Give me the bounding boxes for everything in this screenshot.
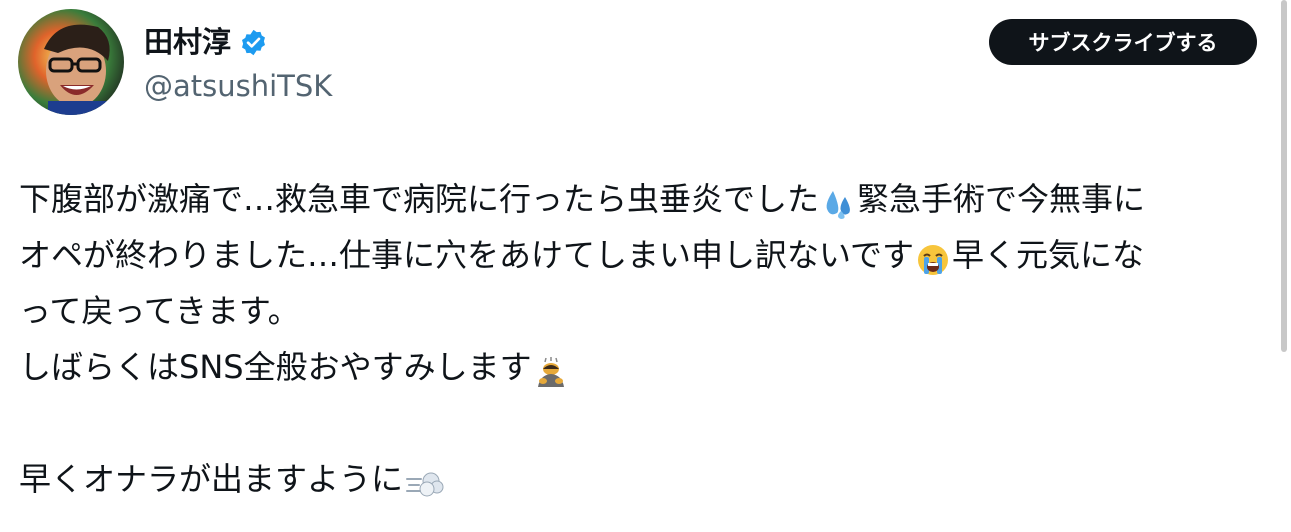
person-bowing-icon [534, 350, 568, 387]
dashing-away-icon [405, 462, 444, 497]
tweet-text: 下腹部が激痛で…救急車で病院に行ったら虫垂炎でした 緊急手術で今無事に オペが終… [19, 171, 1269, 507]
author-name-row[interactable]: 田村淳 [144, 22, 268, 62]
tweet-text-segment: 下腹部が激痛で…救急車で病院に行ったら虫垂炎でした [19, 180, 820, 218]
tweet-text-segment: オペが終わりました…仕事に穴をあけてしまい申し訳ないです [19, 236, 915, 274]
scrollbar[interactable] [1281, 0, 1287, 352]
avatar[interactable] [18, 9, 124, 115]
tweet-text-segment: 早く元気にな [952, 236, 1145, 274]
subscribe-button[interactable]: サブスクライブする [989, 19, 1257, 65]
tweet-line-1: 下腹部が激痛で…救急車で病院に行ったら虫垂炎でした 緊急手術で今無事に [19, 171, 1269, 227]
tweet-line-4: しばらくはSNS全般おやすみします [19, 339, 1269, 395]
verified-badge-icon [239, 28, 268, 57]
tweet-text-segment: って戻ってきます。 [19, 292, 300, 330]
loudly-crying-face-icon [916, 238, 950, 275]
tweet-line-3: って戻ってきます。 [19, 283, 1269, 339]
tweet-text-segment: しばらくはSNS全般おやすみします [19, 348, 532, 386]
user-handle[interactable]: @atsushiTSK [144, 66, 332, 106]
sweat-droplets-icon [821, 182, 855, 219]
tweet-view: 田村淳 @atsushiTSK サブスクライブする 下腹部が激痛で…救急車で病院… [0, 0, 1291, 532]
avatar-image [18, 9, 124, 115]
display-name[interactable]: 田村淳 [144, 22, 231, 62]
tweet-text-segment: 緊急手術で今無事に [857, 180, 1146, 218]
tweet-line-2: オペが終わりました…仕事に穴をあけてしまい申し訳ないです 早く元気にな [19, 227, 1269, 283]
tweet-text-segment: 早くオナラが出ますように [19, 460, 404, 498]
tweet-line-6: 早くオナラが出ますように [19, 451, 1269, 507]
